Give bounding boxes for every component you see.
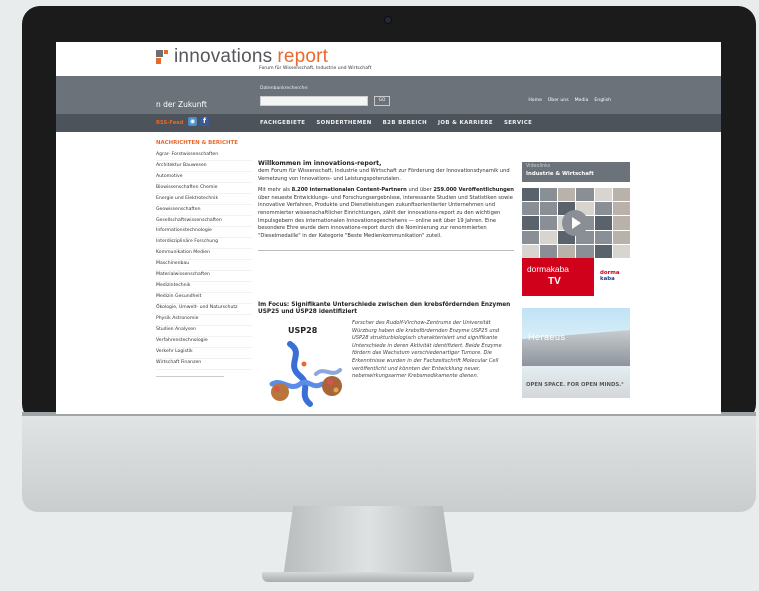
dormakaba-tv-label: TV [548,276,561,287]
top-link-media[interactable]: Media [575,98,589,103]
top-link-home[interactable]: Home [528,98,542,103]
welcome-publications-count: 259.000 Veröffentlichungen [433,187,514,194]
right-column: Videolinks Industrie & Wirtschaft dormak… [522,162,630,398]
nav-b2b-bereich[interactable]: B2B BEREICH [383,120,427,126]
focus-teaser: Forscher des Rudolf-Virchow-Zentrums der… [352,320,502,380]
welcome-stats-post: über neueste Entwicklungs- und Forschung… [258,194,513,239]
category-item[interactable]: Agrar- Forstwissenschaften [156,150,252,161]
rss-icon[interactable]: ◉ [188,117,197,126]
category-item[interactable]: Physik Astronomie [156,315,252,326]
dormakaba-tv-banner[interactable]: dormakaba TV dorma kaba [522,258,630,296]
sidebar-divider [156,375,224,377]
content-divider [258,250,514,252]
category-item[interactable]: Energie und Elektrotechnik [156,194,252,205]
top-link-english[interactable]: English [594,98,611,103]
logo-word-report: report [277,46,329,67]
category-item[interactable]: Informationstechnologie [156,227,252,238]
category-item[interactable]: Materialwissenschaften [156,271,252,282]
category-item[interactable]: Maschinenbau [156,260,252,271]
monitor-chin [22,412,756,512]
logo-icon [156,50,168,64]
search-input[interactable] [260,96,368,106]
video-thumbnail-grid[interactable] [522,188,630,258]
videolinks-label: Videolinks [526,164,551,169]
welcome-partners-count: 8.200 internationalen Content-Partnern [291,187,407,194]
webcam [385,17,391,23]
welcome-intro: dem Forum für Wissenschaft, Industrie un… [258,168,510,182]
category-list: Agrar- Forstwissenschaften Architektur B… [156,150,252,370]
welcome-stats-pre: Mit mehr als [258,187,292,194]
main-nav: FACHGEBIETE SONDERTHEMEN B2B BEREICH JOB… [260,120,532,126]
category-item[interactable]: Gesellschaftswissenschaften [156,216,252,227]
sidebar: NACHRICHTEN & BERICHTE Agrar- Forstwisse… [156,140,252,377]
videolinks-title: Industrie & Wirtschaft [526,171,594,177]
site-header: innovations report Forum für Wissenschaf… [56,42,721,76]
category-item[interactable]: Verkehr Logistik [156,348,252,359]
welcome-title: Willkommen im innovations-report, [258,160,382,167]
search-label: Datenbankrecherche: [260,86,309,91]
sidebar-heading: NACHRICHTEN & BERICHTE [156,140,238,146]
focus-headline[interactable]: Im Focus: Signifikante Unterschiede zwis… [258,302,514,316]
heraeus-ad-banner[interactable]: Heraeus OPEN SPACE. FOR OPEN MINDS.° [522,308,630,398]
dormakaba-logo-part2: kaba [600,276,615,282]
welcome-section: Willkommen im innovations-report, dem Fo… [258,160,514,252]
header-slogan: n der Zukunft [156,100,207,109]
welcome-stats-mid: und über [406,187,434,194]
nav-job-karriere[interactable]: JOB & KARRIERE [438,120,493,126]
category-item[interactable]: Biowissenschaften Chemie [156,183,252,194]
category-item[interactable]: Architektur Bauwesen [156,161,252,172]
nav-fachgebiete[interactable]: FACHGEBIETE [260,120,305,126]
category-item[interactable]: Interdisziplinäre Forschung [156,238,252,249]
nav-sonderthemen[interactable]: SONDERTHEMEN [316,120,371,126]
videolinks-header: Videolinks Industrie & Wirtschaft [522,162,630,182]
category-item[interactable]: Geowissenschaften [156,205,252,216]
top-links: Home Über uns Media English [528,98,611,103]
category-item[interactable]: Medizintechnik [156,282,252,293]
heraeus-slogan: OPEN SPACE. FOR OPEN MINDS.° [526,382,624,388]
category-item[interactable]: Wirtschaft Finanzen [156,359,252,370]
play-icon[interactable] [562,210,588,236]
site-tagline: Forum für Wissenschaft, Industrie und Wi… [259,66,372,71]
monitor-stand [283,506,453,578]
monitor-stand-base [262,572,474,582]
rss-feed-link[interactable]: RSS-Feed [156,120,183,126]
search-go-button[interactable]: GO [374,96,390,106]
dormakaba-logo: dorma kaba [594,258,630,296]
top-link-about[interactable]: Über uns [548,98,569,103]
category-item[interactable]: Studien Analysen [156,326,252,337]
category-item[interactable]: Automotive [156,172,252,183]
site-logo[interactable]: innovations report [156,46,328,68]
category-item[interactable]: Ökologie, Umwelt- und Naturschutz [156,304,252,315]
focus-image[interactable] [260,334,352,412]
nav-service[interactable]: SERVICE [504,120,532,126]
dormakaba-tv-tile: dormakaba TV [522,258,594,296]
category-item[interactable]: Verfahrenstechnologie [156,337,252,348]
dormakaba-name: dormakaba [527,264,569,274]
facebook-icon[interactable]: f [200,117,209,126]
heraeus-logo: Heraeus [528,332,566,342]
logo-word-innovations: innovations [174,46,273,67]
category-item[interactable]: Kommunikation Medien [156,249,252,260]
welcome-stats: Mit mehr als 8.200 internationalen Conte… [258,187,514,240]
category-item[interactable]: Medizin Gesundheit [156,293,252,304]
browser-screen: innovations report Forum für Wissenschaf… [56,42,721,414]
